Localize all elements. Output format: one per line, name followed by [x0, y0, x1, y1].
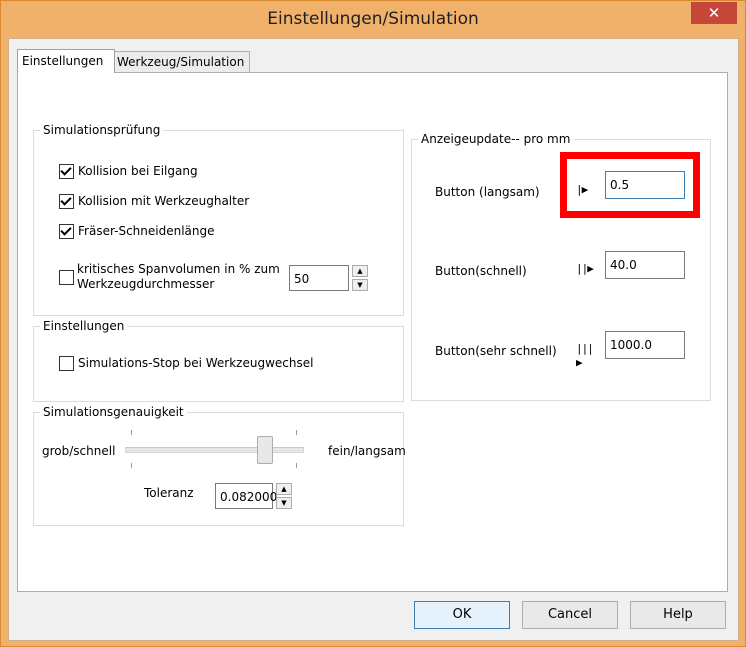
tool-change-stop-check[interactable] — [59, 355, 74, 371]
cutter-length-checkbox[interactable]: Fräser-Schneidenlänge — [59, 223, 215, 239]
slider-tick-right-bottom — [296, 463, 297, 468]
settings-group: Einstellungen Simulations-Stop bei Werkz… — [33, 319, 404, 402]
slider-tick-left-top — [131, 430, 132, 435]
collision-holder-checkbox[interactable]: Kollision mit Werkzeughalter — [59, 193, 249, 209]
tolerance-label: Toleranz — [144, 486, 194, 500]
accuracy-slider-track[interactable] — [125, 447, 304, 453]
cutter-length-check[interactable] — [59, 223, 74, 239]
accuracy-group: Simulationsgenauigkeit grob/schnell fein… — [33, 405, 406, 526]
chip-volume-input[interactable]: 50 — [289, 265, 349, 291]
fast-speed-icon[interactable]: ||▶ — [576, 262, 596, 276]
chip-volume-up-icon[interactable]: ▲ — [352, 265, 368, 277]
very-fast-button-label: Button(sehr schnell) — [435, 344, 557, 358]
highlight-box — [560, 152, 700, 218]
collision-holder-label: Kollision mit Werkzeughalter — [78, 194, 250, 208]
collision-rapid-check[interactable] — [59, 163, 74, 179]
very-fast-update-input[interactable]: 1000.0 — [605, 331, 685, 359]
fast-button-label: Button(schnell) — [435, 264, 527, 278]
close-button[interactable]: ✕ — [691, 2, 737, 24]
settings-group-title: Einstellungen — [40, 319, 128, 333]
tab-einstellungen[interactable]: Einstellungen — [17, 49, 115, 73]
fine-slow-label: fein/langsam — [328, 444, 406, 458]
collision-rapid-checkbox[interactable]: Kollision bei Eilgang — [59, 163, 198, 179]
coarse-fast-label: grob/schnell — [42, 444, 116, 458]
tab-panel: Simulationsprüfung Kollision bei Eilgang… — [17, 72, 728, 592]
slider-tick-right-top — [296, 430, 297, 435]
help-button[interactable]: Help — [630, 601, 726, 629]
display-update-title: Anzeigeupdate-- pro mm — [418, 132, 574, 146]
dialog-client-area: Einstellungen Werkzeug/Simulation Simula… — [8, 38, 739, 641]
ok-button[interactable]: OK — [414, 601, 510, 629]
fast-update-input[interactable]: 40.0 — [605, 251, 685, 279]
tolerance-stepper[interactable]: ▲ ▼ — [276, 483, 292, 509]
chip-volume-stepper[interactable]: ▲ ▼ — [352, 265, 368, 291]
cancel-button[interactable]: Cancel — [522, 601, 618, 629]
tool-change-stop-label: Simulations-Stop bei Werkzeugwechsel — [78, 356, 314, 370]
window-title: Einstellungen/Simulation — [267, 9, 479, 29]
simulation-check-group: Simulationsprüfung Kollision bei Eilgang… — [33, 123, 404, 316]
accuracy-slider-thumb[interactable] — [257, 436, 273, 464]
tolerance-input[interactable]: 0.082000 — [215, 483, 277, 509]
slow-button-label: Button (langsam) — [435, 185, 540, 199]
cutter-length-label: Fräser-Schneidenlänge — [78, 224, 215, 238]
slider-tick-left-bottom — [131, 463, 132, 468]
display-update-group: Anzeigeupdate-- pro mm Button (langsam) … — [411, 132, 711, 401]
very-fast-speed-icon[interactable]: |||▶ — [576, 342, 596, 369]
chip-volume-label-line2: Werkzeugdurchmesser — [77, 277, 215, 291]
accuracy-group-title: Simulationsgenauigkeit — [40, 405, 187, 419]
simulation-check-title: Simulationsprüfung — [40, 123, 164, 137]
chip-volume-label-line1: kritisches Spanvolumen in % zum — [77, 262, 280, 276]
tab-werkzeug-simulation[interactable]: Werkzeug/Simulation — [112, 51, 250, 72]
dialog-window: Einstellungen/Simulation ✕ Einstellungen… — [0, 0, 746, 647]
tolerance-down-icon[interactable]: ▼ — [276, 497, 292, 509]
collision-rapid-label: Kollision bei Eilgang — [78, 164, 198, 178]
tool-change-stop-checkbox[interactable]: Simulations-Stop bei Werkzeugwechsel — [59, 355, 313, 371]
collision-holder-check[interactable] — [59, 193, 74, 209]
chip-volume-checkbox[interactable] — [59, 270, 74, 285]
tolerance-up-icon[interactable]: ▲ — [276, 483, 292, 495]
title-bar: Einstellungen/Simulation ✕ — [1, 1, 745, 39]
chip-volume-down-icon[interactable]: ▼ — [352, 279, 368, 291]
